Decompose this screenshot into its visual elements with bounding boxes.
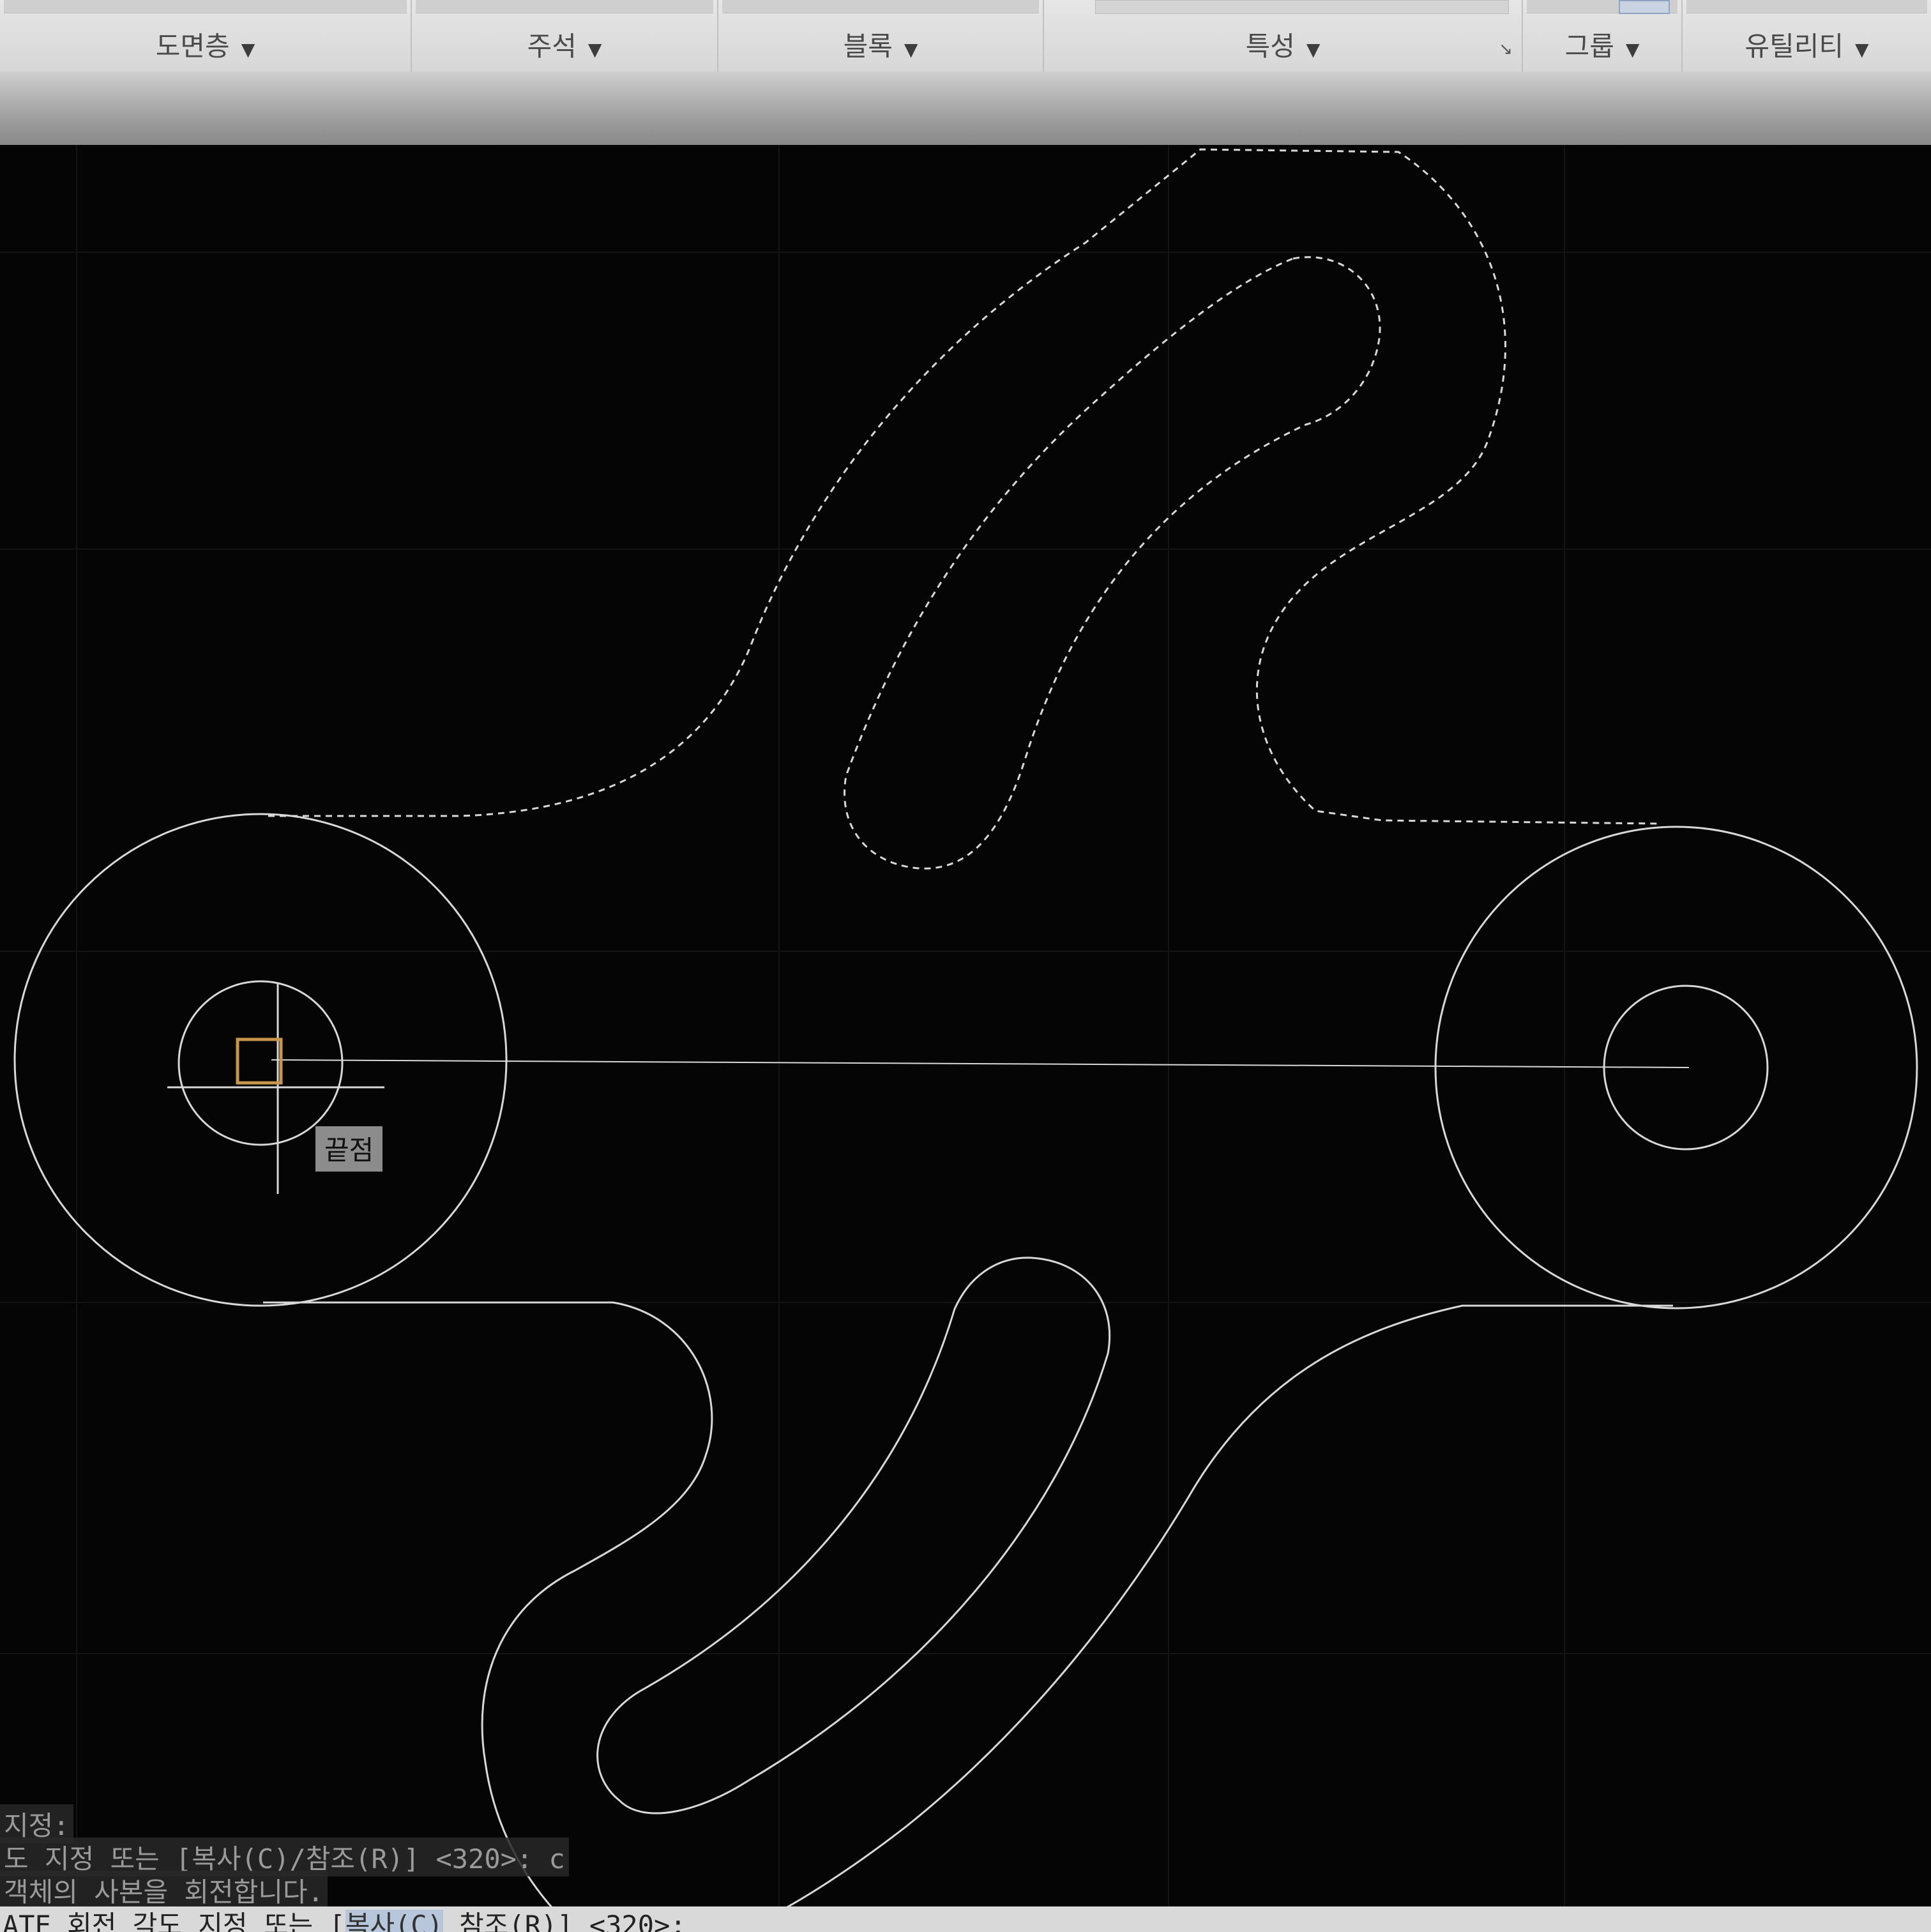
preview-outer-profile — [268, 148, 1658, 825]
prompt-option-reference[interactable]: 참조(R) — [459, 1910, 557, 1932]
panel-title-properties-label: 특성 — [1245, 31, 1295, 62]
panel-title-block-label: 블록 — [843, 31, 893, 62]
panel-title-groups[interactable]: 그룹 ▼ — [1523, 25, 1681, 64]
command-prompt-text: ATE 회전 각도 지정 또는 [ — [3, 1910, 345, 1932]
rotation-base-line — [271, 1059, 1690, 1068]
snap-tooltip: 끝점 — [315, 1126, 383, 1172]
dropdown-arrow-icon[interactable]: ▼ — [1626, 39, 1640, 60]
panel-title-layers[interactable]: 도면층 ▼ — [0, 25, 411, 64]
rotation-axis — [271, 1059, 1690, 1068]
left-boss-outer-circle — [13, 813, 508, 1307]
panel-title-groups-label: 그룹 — [1564, 31, 1614, 62]
grid-lines — [0, 145, 1931, 1931]
panel-title-block[interactable]: 블록 ▼ — [718, 25, 1043, 64]
command-history-line: 객체의 사본을 회전합니다. — [0, 1871, 328, 1910]
dropdown-arrow-icon[interactable]: ▼ — [904, 39, 918, 60]
dropdown-arrow-icon[interactable]: ▼ — [588, 39, 602, 60]
ribbon-panel-block: 블록 ▼ — [718, 0, 1044, 72]
dropdown-arrow-icon[interactable]: ▼ — [241, 39, 255, 60]
ribbon: 도면층 ▼ 주석 ▼ 블록 ▼ 특성 ▼ ↘ 그룹 ▼ 유틸리티 ▼ — [0, 0, 1931, 73]
endpoint-snap-marker-icon — [236, 1038, 283, 1085]
properties-dropdown-strip[interactable] — [1095, 0, 1509, 14]
prompt-option-copy[interactable]: 복사(C) — [345, 1910, 443, 1932]
dropdown-arrow-icon[interactable]: ▼ — [1306, 39, 1321, 60]
command-line-window[interactable]: 지정: 도 지정 또는 [복사(C)/참조(R)] <320>: c 객체의 사… — [0, 1804, 1931, 1932]
panel-title-layers-label: 도면층 — [155, 31, 230, 62]
panel-title-utilities-label: 유틸리티 — [1745, 31, 1844, 62]
part-geometry — [13, 813, 1918, 1931]
ribbon-panel-annotation: 주석 ▼ — [412, 0, 718, 72]
panel-title-annotation[interactable]: 주석 ▼ — [412, 25, 717, 64]
command-input-line[interactable]: ATE 회전 각도 지정 또는 [복사(C) 참조(R)] <320>: — [0, 1906, 1931, 1932]
ribbon-panel-layers: 도면층 ▼ — [0, 0, 412, 72]
dialog-launcher-icon[interactable]: ↘ — [1499, 40, 1513, 59]
drawing-canvas[interactable] — [0, 145, 1931, 1931]
panel-top-strip — [4, 0, 407, 13]
drawing-viewport[interactable]: 끝점 — [0, 145, 1931, 1931]
panel-title-properties[interactable]: 특성 ▼ — [1044, 25, 1522, 64]
panel-top-strip — [1686, 0, 1927, 13]
rotate-preview-dashed — [268, 148, 1658, 870]
ribbon-panel-utilities: 유틸리티 ▼ — [1619, 0, 1931, 72]
panel-title-annotation-label: 주석 — [527, 31, 577, 62]
ribbon-shadow-bar — [0, 72, 1931, 145]
dropdown-arrow-icon[interactable]: ▼ — [1855, 39, 1869, 60]
lower-slot — [596, 1257, 1111, 1815]
measure-button-icon[interactable] — [1619, 0, 1670, 14]
left-boss-hole-circle — [178, 980, 344, 1146]
panel-title-utilities[interactable]: 유틸리티 ▼ — [1683, 25, 1931, 64]
panel-top-strip — [722, 0, 1039, 13]
command-prompt-suffix: ] <320>: — [557, 1910, 686, 1932]
ribbon-panel-properties: 특성 ▼ ↘ — [1044, 0, 1523, 72]
panel-top-strip — [416, 0, 713, 13]
preview-inner-slot — [844, 256, 1381, 870]
